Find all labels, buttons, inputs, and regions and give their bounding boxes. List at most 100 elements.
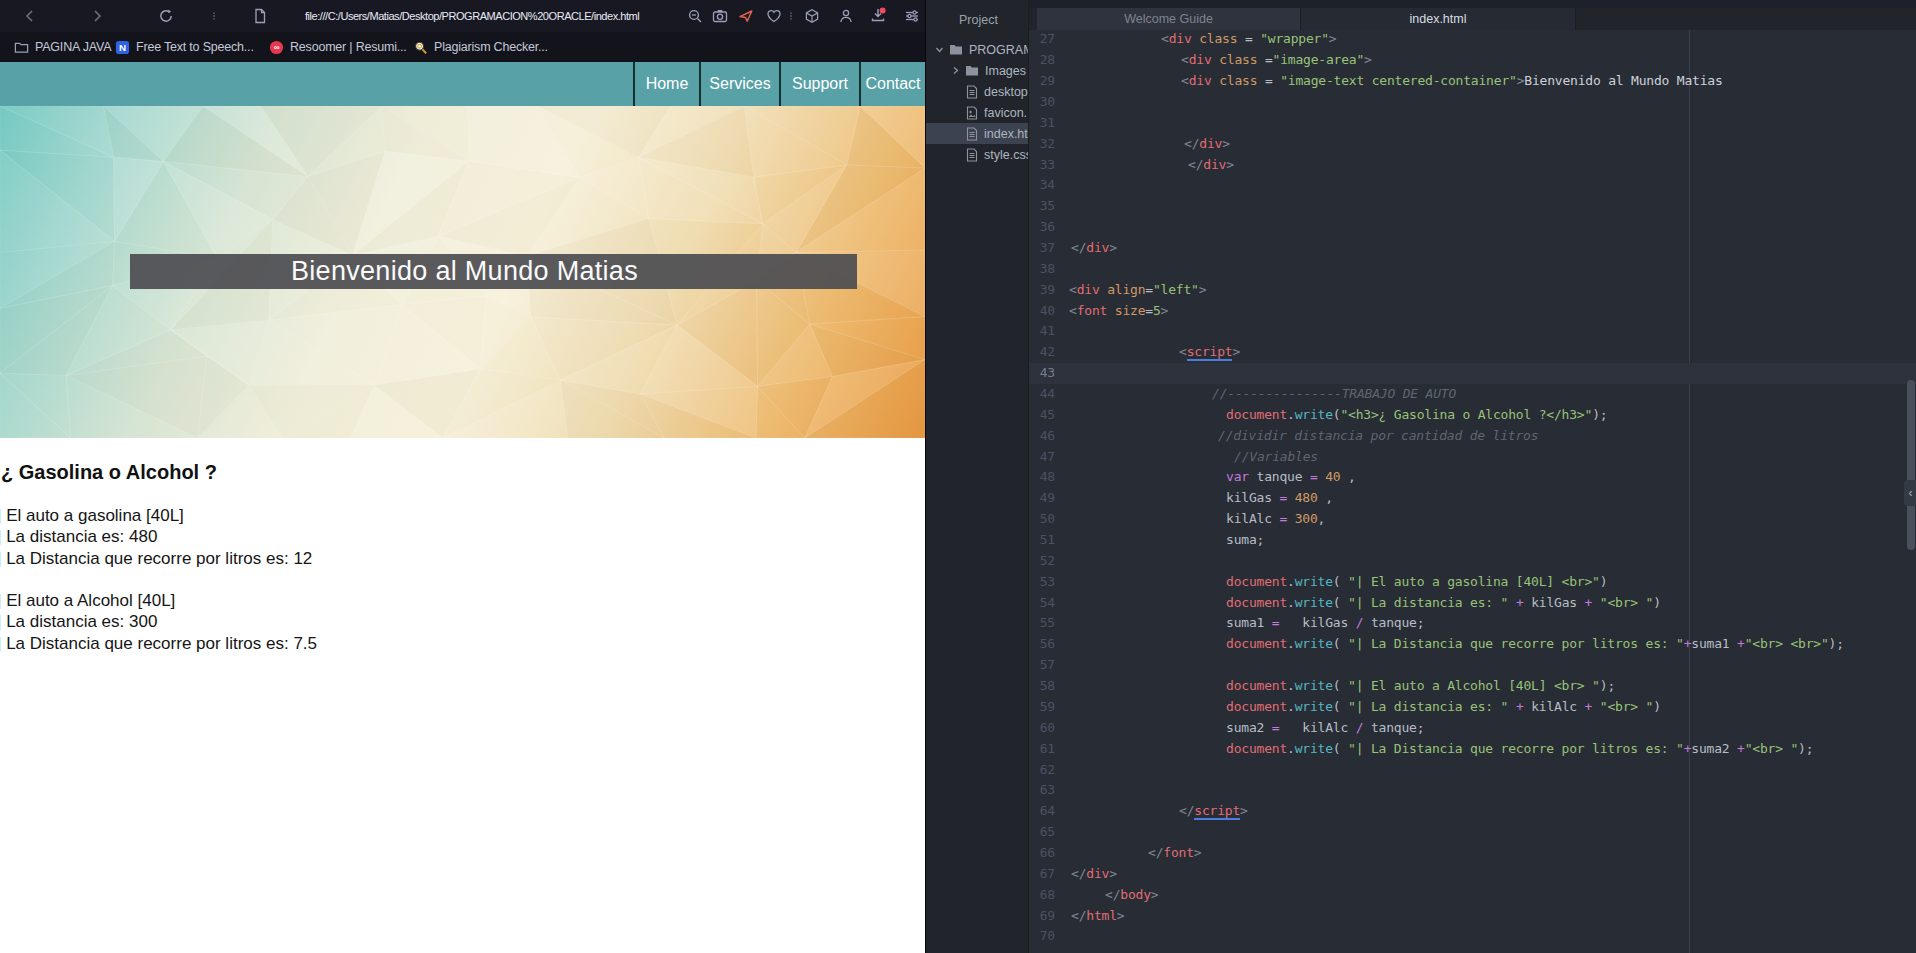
camera-icon[interactable] xyxy=(712,8,728,24)
line-number: 70 xyxy=(1029,926,1055,947)
screen: file:///C:/Users/Matias/Desktop/PROGRAMA… xyxy=(0,0,1916,953)
code-line-45: 45document.write("<h3>¿ Gasolina o Alcoh… xyxy=(1029,405,1916,426)
code-line-53: 53document.write( "| El auto a gasolina … xyxy=(1029,572,1916,593)
nav-item-home[interactable]: Home xyxy=(633,62,699,106)
code-line-68: 68</body> xyxy=(1029,885,1916,906)
download-icon[interactable] xyxy=(870,7,886,23)
gasolina-paragraph: | El auto a gasolina [40L] | La distanci… xyxy=(0,505,312,569)
code-line-55: 55suma1 = kilGas / tanque; xyxy=(1029,613,1916,634)
ide-window: Project PROGRAMACION ORACLE Imagesdesktop… xyxy=(925,0,1916,953)
code-line-52: 52 xyxy=(1029,551,1916,572)
tree-item-label: PROGRAMACION ORACLE xyxy=(969,43,1029,57)
code-line-61: 61document.write( "| La Distancia que re… xyxy=(1029,739,1916,760)
code-editor[interactable]: 27<div class = "wrapper">28<div class ="… xyxy=(1029,30,1916,953)
dots-separator-icon xyxy=(212,8,216,24)
bookmark-label: Resoomer | Resumi... xyxy=(290,40,407,54)
file-icon xyxy=(966,127,978,141)
bookmark-item[interactable]: NFree Text to Speech... xyxy=(115,32,254,62)
tree-item-desktop[interactable]: desktop xyxy=(926,81,1029,102)
code-line-44: 44//---------------TRABAJO DE AUTO xyxy=(1029,384,1916,405)
code-line-64: 64</script> xyxy=(1029,801,1916,822)
line-number: 38 xyxy=(1029,259,1055,280)
nav-item-services[interactable]: Services xyxy=(699,62,779,106)
code-line-59: 59document.write( "| La distancia es: " … xyxy=(1029,697,1916,718)
bookmark-item[interactable]: Plagiarism Checker... xyxy=(413,32,548,62)
hero-title: Bienvenido al Mundo Matias xyxy=(291,256,638,287)
browser-window: file:///C:/Users/Matias/Desktop/PROGRAMA… xyxy=(0,0,925,953)
code-line-37: 37</div> xyxy=(1029,238,1916,259)
line-number: 28 xyxy=(1029,50,1055,71)
browser-toolbar: file:///C:/Users/Matias/Desktop/PROGRAMA… xyxy=(0,0,925,32)
cube-icon[interactable] xyxy=(804,8,820,24)
nav-item-label: Contact xyxy=(865,75,920,93)
code-line-49: 49kilGas = 480 , xyxy=(1029,488,1916,509)
line-number: 35 xyxy=(1029,196,1055,217)
image-file-icon xyxy=(966,106,978,120)
editor-tab-index-html[interactable]: index.html xyxy=(1301,8,1576,30)
send-icon[interactable] xyxy=(738,8,754,24)
code-line-65: 65 xyxy=(1029,822,1916,843)
code-line-57: 57 xyxy=(1029,655,1916,676)
bookmark-item[interactable]: ∞Resoomer | Resumi... xyxy=(269,32,407,62)
line-number: 46 xyxy=(1029,426,1055,447)
line-number: 59 xyxy=(1029,697,1055,718)
tree-item-index-html[interactable]: index.html xyxy=(926,123,1029,144)
collapsed-panel-chevron[interactable]: ‹ xyxy=(1904,480,1916,506)
tree-folder-icon xyxy=(965,64,979,77)
line-number: 51 xyxy=(1029,530,1055,551)
line-number: 32 xyxy=(1029,134,1055,155)
person-icon[interactable] xyxy=(838,8,854,24)
file-icon xyxy=(966,85,978,99)
heart-icon[interactable] xyxy=(766,8,782,24)
file-icon xyxy=(966,148,978,162)
line-number: 27 xyxy=(1029,30,1055,50)
zoom-out-icon[interactable] xyxy=(687,8,703,24)
tree-item-style-css[interactable]: style.css xyxy=(926,144,1029,165)
line-number: 65 xyxy=(1029,822,1055,843)
tab-label: Welcome Guide xyxy=(1124,12,1213,26)
code-line-38: 38 xyxy=(1029,259,1916,280)
editor-scrollbar[interactable] xyxy=(1907,380,1915,550)
line-number: 34 xyxy=(1029,175,1055,196)
line-number: 29 xyxy=(1029,71,1055,92)
tree-item-favicon-[interactable]: favicon. xyxy=(926,102,1029,123)
forward-icon[interactable] xyxy=(89,8,105,24)
code-line-47: 47//Variables xyxy=(1029,447,1916,468)
code-line-62: 62 xyxy=(1029,760,1916,781)
bookmark-label: PAGINA JAVA xyxy=(35,40,111,54)
code-line-70: 70 xyxy=(1029,926,1916,947)
page-heading: ¿ Gasolina o Alcohol ? xyxy=(1,461,217,484)
code-line-42: 42<script> xyxy=(1029,342,1916,363)
code-line-66: 66</font> xyxy=(1029,843,1916,864)
gold-magnifier-icon xyxy=(413,40,428,55)
hero-image: Bienvenido al Mundo Matias xyxy=(0,106,925,438)
line-number: 57 xyxy=(1029,655,1055,676)
bookmark-item[interactable]: PAGINA JAVA xyxy=(14,32,111,62)
page-icon xyxy=(252,8,268,24)
line-number: 63 xyxy=(1029,780,1055,801)
line-number: 68 xyxy=(1029,885,1055,906)
tune-icon[interactable] xyxy=(904,8,920,24)
line-number: 62 xyxy=(1029,760,1055,781)
code-line-69: 69</html> xyxy=(1029,906,1916,927)
line-number: 56 xyxy=(1029,634,1055,655)
nav-item-contact[interactable]: Contact xyxy=(859,62,925,106)
editor-tab-welcome-guide[interactable]: Welcome Guide xyxy=(1037,8,1301,30)
project-panel-title: Project xyxy=(959,13,998,27)
nav-item-support[interactable]: Support xyxy=(779,62,859,106)
line-number: 49 xyxy=(1029,488,1055,509)
folder-icon xyxy=(14,40,29,55)
url-bar[interactable]: file:///C:/Users/Matias/Desktop/PROGRAMA… xyxy=(305,10,639,22)
reload-icon[interactable] xyxy=(158,8,174,24)
tree-item-images[interactable]: Images xyxy=(926,60,1029,81)
line-number: 30 xyxy=(1029,92,1055,113)
line-number: 39 xyxy=(1029,280,1055,301)
line-number: 37 xyxy=(1029,238,1055,259)
back-icon[interactable] xyxy=(22,8,38,24)
line-number: 40 xyxy=(1029,301,1055,322)
tree-item-programacion-oracle[interactable]: PROGRAMACION ORACLE xyxy=(926,39,1029,60)
code-line-48: 48var tanque = 40 , xyxy=(1029,467,1916,488)
bookmarks-bar: PAGINA JAVA NFree Text to Speech... ∞Resoo… xyxy=(0,32,925,62)
line-number: 53 xyxy=(1029,572,1055,593)
hero-title-bar: Bienvenido al Mundo Matias xyxy=(130,254,857,289)
